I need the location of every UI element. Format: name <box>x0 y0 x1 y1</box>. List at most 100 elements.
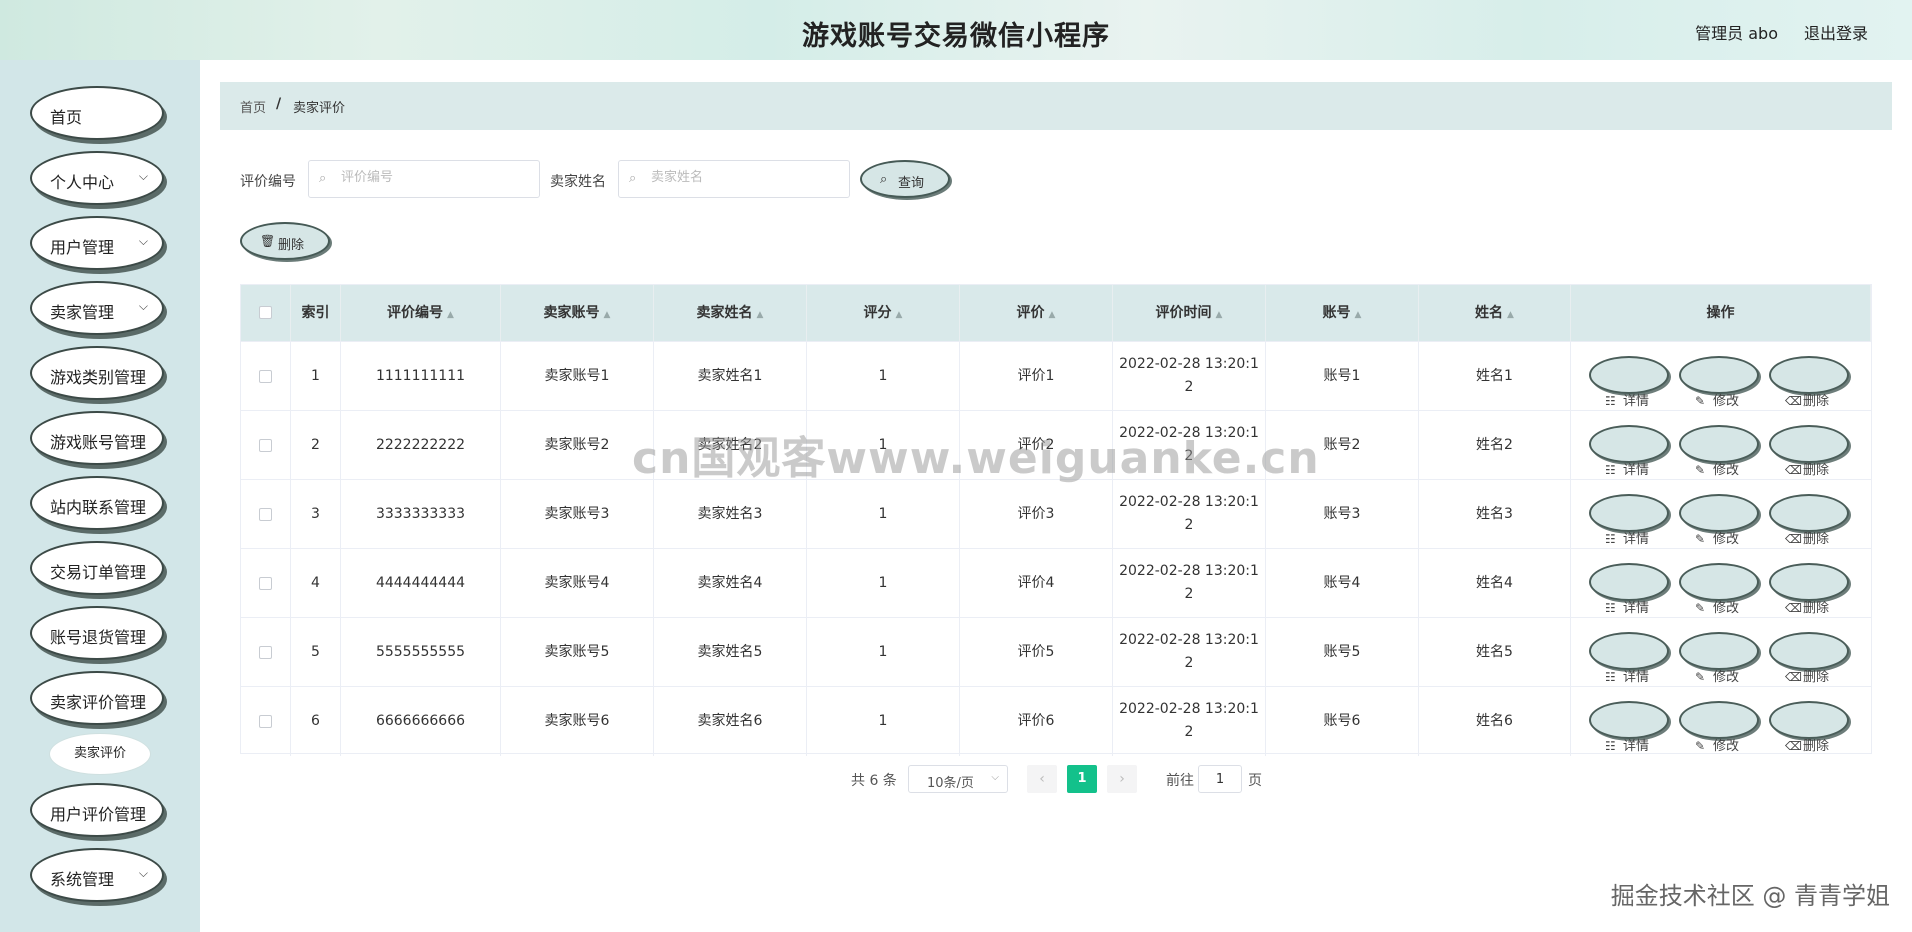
column-header[interactable]: 评分 ▲ <box>807 285 960 341</box>
sidebar-item-6[interactable]: 游戏账号管理 <box>30 411 164 465</box>
column-header[interactable]: 评价编号 ▲ <box>341 285 501 341</box>
sidebar-item-4[interactable]: 卖家管理 ⌵ <box>30 281 164 335</box>
row-select-cell <box>241 618 291 687</box>
next-page-button[interactable]: › <box>1107 765 1137 793</box>
page-number-current[interactable]: 1 <box>1067 765 1097 793</box>
row-select-cell <box>241 687 291 756</box>
review-time-part1: 2022-02-28 13:20:1 <box>1119 494 1259 510</box>
detail-button[interactable]: ☷ 详情 <box>1589 632 1669 685</box>
table-cell-text: 6666666666 <box>375 713 466 729</box>
table-cell: 评价1 <box>960 342 1113 411</box>
review-id-input[interactable] <box>339 169 523 186</box>
sort-icon[interactable]: ▲ <box>1355 310 1362 320</box>
column-header[interactable]: 评价 ▲ <box>960 285 1113 341</box>
sidebar-item-label: 用户管理 <box>50 238 115 257</box>
row-checkbox[interactable] <box>259 508 272 521</box>
submenu-item-seller-review[interactable]: 卖家评价 <box>50 734 150 774</box>
sort-icon[interactable]: ▲ <box>1049 310 1056 320</box>
detail-button[interactable]: ☷ 详情 <box>1589 701 1669 754</box>
row-checkbox[interactable] <box>259 577 272 590</box>
delete-button[interactable]: ⌫ 删除 <box>1769 632 1849 685</box>
sidebar-item-1[interactable]: 首页 <box>30 86 164 140</box>
column-header[interactable]: 姓名 ▲ <box>1419 285 1571 341</box>
batch-delete-button[interactable]: 🗑 删除 <box>240 222 330 260</box>
breadcrumb-separator: / <box>276 96 282 112</box>
logout-link[interactable]: 退出登录 <box>1804 20 1868 44</box>
seller-name-field[interactable]: ⌕ <box>618 160 850 198</box>
edit-button[interactable]: ✎ 修改 <box>1679 563 1759 616</box>
delete-button[interactable]: ⌫ 删除 <box>1769 494 1849 547</box>
breadcrumb-home[interactable]: 首页 <box>240 97 266 116</box>
prev-page-button[interactable]: ‹ <box>1027 765 1057 793</box>
sidebar-item-9[interactable]: 账号退货管理 <box>30 606 164 660</box>
row-checkbox[interactable] <box>259 370 272 383</box>
sidebar-item-12[interactable]: 系统管理 ⌵ <box>30 848 164 902</box>
edit-button[interactable]: ✎ 修改 <box>1679 632 1759 685</box>
row-checkbox[interactable] <box>259 646 272 659</box>
batch-delete-label: 删除 <box>278 238 305 253</box>
edit-button[interactable]: ✎ 修改 <box>1679 425 1759 478</box>
sort-icon[interactable]: ▲ <box>1507 310 1514 320</box>
table-cell-text: 账号5 <box>1323 644 1361 660</box>
table-cell-text: 3 <box>311 506 320 522</box>
sidebar-item-label: 卖家管理 <box>50 303 115 322</box>
column-header[interactable]: 卖家账号 ▲ <box>501 285 654 341</box>
detail-button[interactable]: ☷ 详情 <box>1589 494 1669 547</box>
sort-icon[interactable]: ▲ <box>896 310 903 320</box>
sidebar-item-label: 游戏类别管理 <box>50 368 147 387</box>
row-checkbox[interactable] <box>259 439 272 452</box>
detail-button[interactable]: ☷ 详情 <box>1589 425 1669 478</box>
sidebar-item-11[interactable]: 用户评价管理 <box>30 783 164 837</box>
review-time-part2: 2 <box>1184 379 1194 395</box>
sidebar-item-3[interactable]: 用户管理 ⌵ <box>30 216 164 270</box>
delete-button[interactable]: ⌫ 删除 <box>1769 563 1849 616</box>
table-cell: 卖家账号6 <box>501 687 654 756</box>
review-time-part1: 2022-02-28 13:20:1 <box>1119 356 1259 372</box>
detail-button[interactable]: ☷ 详情 <box>1589 356 1669 409</box>
query-button[interactable]: ⌕ 查询 <box>860 160 950 198</box>
column-header-label: 索引 <box>301 305 330 321</box>
delete-button[interactable]: ⌫ 删除 <box>1769 425 1849 478</box>
table-cell: 账号1 <box>1266 342 1419 411</box>
edit-button[interactable]: ✎ 修改 <box>1679 494 1759 547</box>
column-header[interactable]: 卖家姓名 ▲ <box>654 285 807 341</box>
sidebar-item-10[interactable]: 卖家评价管理 <box>30 671 164 725</box>
goto-page-input[interactable] <box>1198 765 1242 793</box>
select-all-checkbox[interactable] <box>259 306 272 319</box>
top-header: 游戏账号交易微信小程序 管理员 abo 退出登录 <box>0 0 1912 60</box>
app-title: 游戏账号交易微信小程序 <box>802 21 1110 52</box>
sidebar-item-label: 游戏账号管理 <box>50 433 147 452</box>
sidebar-item-8[interactable]: 交易订单管理 <box>30 541 164 595</box>
edit-button[interactable]: ✎ 修改 <box>1679 356 1759 409</box>
sidebar-item-label: 用户评价管理 <box>50 805 147 824</box>
review-id-field[interactable]: ⌕ <box>308 160 540 198</box>
table-cell: 1111111111 <box>341 342 501 411</box>
sort-icon[interactable]: ▲ <box>1216 310 1223 320</box>
seller-name-input[interactable] <box>649 169 833 186</box>
sidebar-item-5[interactable]: 游戏类别管理 <box>30 346 164 400</box>
edit-button[interactable]: ✎ 修改 <box>1679 701 1759 754</box>
table-cell-text: 卖家账号5 <box>544 644 610 660</box>
sidebar-item-label: 首页 <box>50 108 83 127</box>
detail-button[interactable]: ☷ 详情 <box>1589 563 1669 616</box>
table-cell-text: 姓名5 <box>1476 644 1513 660</box>
sort-icon[interactable]: ▲ <box>757 310 764 320</box>
column-header-label: 卖家账号 <box>543 305 600 321</box>
sidebar-item-2[interactable]: 个人中心 ⌵ <box>30 151 164 205</box>
column-header[interactable]: 评价时间 ▲ <box>1113 285 1266 341</box>
delete-button[interactable]: ⌫ 删除 <box>1769 356 1849 409</box>
watermark-text: cn国观客www.weiguanke.cn <box>632 433 1320 484</box>
delete-button[interactable]: ⌫ 删除 <box>1769 701 1849 754</box>
sort-icon[interactable]: ▲ <box>604 310 611 320</box>
row-checkbox[interactable] <box>259 715 272 728</box>
table-cell-text: 姓名6 <box>1476 713 1513 729</box>
table-cell-text: 姓名1 <box>1476 368 1513 384</box>
actions-cell: ☷ 详情 ✎ 修改 ⌫ 删除 <box>1571 687 1871 756</box>
table-row: 6 6666666666 卖家账号6 卖家姓名6 1 评价6 2022-02-28 13:2… <box>241 686 1871 756</box>
page-size-select[interactable]: 10条/页 ⌵ <box>908 765 1008 793</box>
table-cell: 卖家姓名1 <box>654 342 807 411</box>
sidebar-item-7[interactable]: 站内联系管理 <box>30 476 164 530</box>
column-header[interactable]: 账号 ▲ <box>1266 285 1419 341</box>
table-cell: 姓名2 <box>1419 411 1571 480</box>
sort-icon[interactable]: ▲ <box>447 310 454 320</box>
